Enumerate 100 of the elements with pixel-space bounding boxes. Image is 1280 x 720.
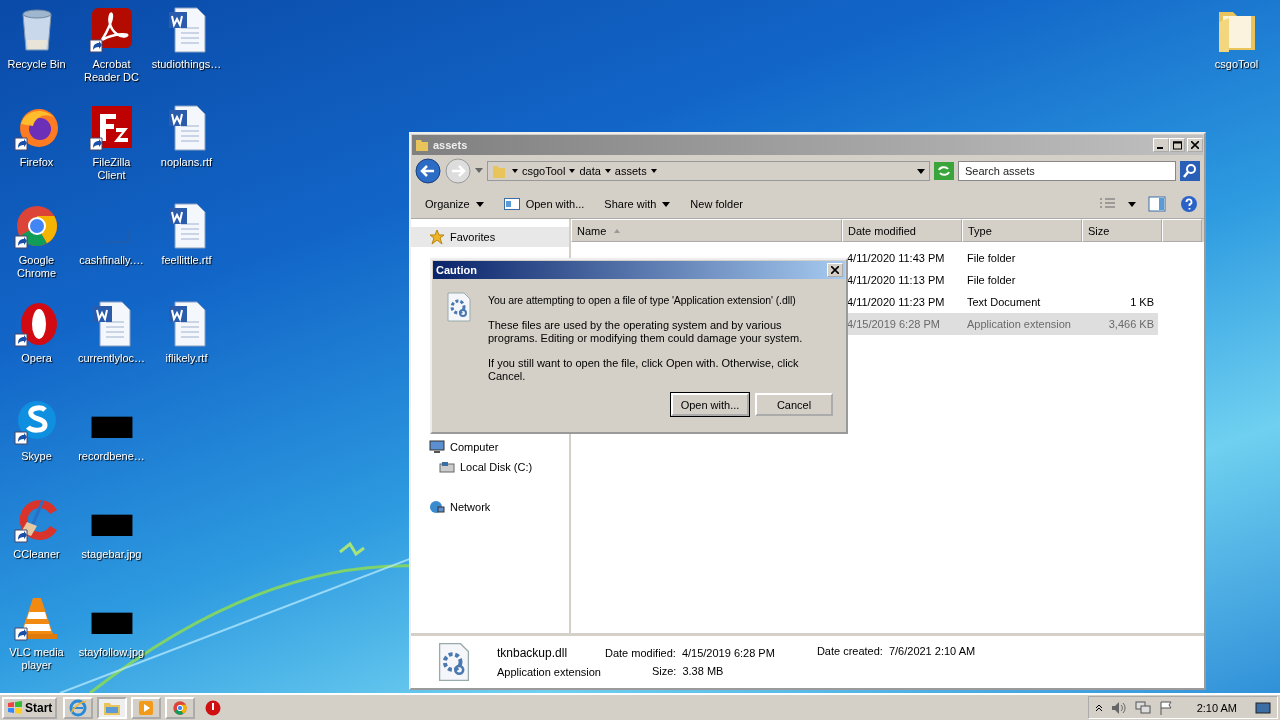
- computer-icon: [429, 440, 445, 454]
- column-header[interactable]: Type: [962, 219, 1082, 242]
- table-cell-text: 4/15/2019 6:28 PM: [846, 318, 941, 330]
- taskbar-button[interactable]: [63, 696, 94, 719]
- search-field[interactable]: Search assets: [958, 161, 1176, 181]
- chevron-up-icon[interactable]: [1094, 703, 1103, 712]
- settings-file-icon: [446, 292, 472, 322]
- cancel-button[interactable]: Cancel: [755, 393, 833, 416]
- toolbar-button[interactable]: Organize: [417, 196, 492, 212]
- icon-label[interactable]: Opera: [21, 352, 52, 365]
- close-button[interactable]: [1187, 138, 1203, 152]
- network-icon: [429, 500, 445, 514]
- file-name: tknbackup.dll: [497, 646, 569, 660]
- icon-label[interactable]: cashfinally.…: [79, 254, 144, 267]
- icon-label[interactable]: csgoTool: [1214, 58, 1259, 71]
- nav-item[interactable]: Local Disk (C:): [411, 457, 569, 477]
- column-header[interactable]: Date modified: [842, 219, 962, 242]
- folder-icon: [492, 163, 506, 179]
- table-cell-text: 4/11/2020 11:13 PM: [846, 274, 946, 286]
- icon-label[interactable]: Recycle Bin: [6, 58, 67, 71]
- taskbar-button[interactable]: [165, 696, 196, 719]
- speaker-icon[interactable]: [1110, 700, 1127, 715]
- star-icon: [429, 229, 445, 245]
- icon-label[interactable]: Firefox: [19, 156, 54, 169]
- chevron-icon[interactable]: [604, 168, 611, 174]
- icon-label[interactable]: CCleaner: [13, 548, 60, 561]
- back-icon[interactable]: [415, 158, 441, 184]
- clock[interactable]: 2:10 AM: [1196, 701, 1237, 714]
- browser-icon: [172, 699, 189, 716]
- icon-label[interactable]: Acrobat Reader DC: [81, 58, 142, 84]
- breadcrumb-item[interactable]: data: [579, 165, 601, 177]
- detail-value: 4/15/2019 6:28 PM: [681, 647, 775, 659]
- chevron-icon[interactable]: [650, 168, 657, 174]
- icon-label[interactable]: recordbene…: [78, 450, 145, 463]
- nav-item[interactable]: Computer: [411, 437, 569, 457]
- toolbar-button[interactable]: Open with...: [495, 196, 593, 212]
- detail-label: Date modified:: [604, 647, 676, 659]
- nav-item[interactable]: Network: [411, 497, 569, 517]
- detail-label: Date created:: [816, 645, 883, 657]
- close-button[interactable]: [827, 263, 843, 277]
- preview-pane-icon[interactable]: [1148, 196, 1166, 212]
- toolbar-button[interactable]: New folder: [682, 196, 751, 212]
- table-cell-text: Text Document: [966, 296, 1042, 308]
- column-header[interactable]: Name: [571, 219, 842, 242]
- window-icon: [503, 198, 520, 210]
- file-type: Application extension: [497, 666, 601, 678]
- table-cell-text: 3,466 KB: [1107, 318, 1155, 330]
- icon-label[interactable]: currentlyloc…: [77, 352, 146, 365]
- table-cell-text: File folder: [966, 274, 1017, 286]
- maximize-button[interactable]: [1169, 138, 1185, 152]
- table-cell-text: Application extension: [966, 318, 1072, 330]
- icon-label[interactable]: noplans.rtf: [160, 156, 213, 169]
- flag-icon[interactable]: [1158, 700, 1175, 715]
- search-icon[interactable]: [1180, 161, 1200, 181]
- refresh-icon[interactable]: [934, 162, 954, 180]
- breadcrumb-item[interactable]: csgoTool: [522, 165, 566, 177]
- disk-drive-icon: [439, 461, 455, 473]
- nav-item[interactable]: Favorites: [411, 227, 569, 247]
- dialog-text: These files are used by the operating system and by various programs. Editing or modifying them could damage your system.: [488, 319, 804, 345]
- chevron-icon[interactable]: [569, 168, 576, 174]
- detail-label: Size:: [651, 665, 677, 677]
- dialog-text: If you still want to open the file, click Open with. Otherwise, click Cancel.: [488, 357, 800, 383]
- sort-arrow-icon: [614, 228, 621, 233]
- detail-value: 3.38 MB: [682, 665, 724, 677]
- address-bar[interactable]: csgoTool data assets: [487, 161, 930, 181]
- maximize-icon: [1172, 140, 1182, 150]
- help-icon[interactable]: [1180, 195, 1198, 213]
- settings-file-icon: [437, 642, 471, 682]
- table-cell-text: 1 KB: [1129, 296, 1155, 308]
- breadcrumb-item[interactable]: assets: [614, 165, 647, 177]
- open-with-button[interactable]: Open with...: [671, 393, 749, 416]
- icon-label[interactable]: Google Chrome: [6, 254, 67, 280]
- chevron-icon[interactable]: [512, 168, 518, 174]
- icon-label[interactable]: studiothings…: [151, 58, 222, 71]
- browser-icon: [69, 698, 88, 717]
- windows-logo-icon: [7, 700, 23, 715]
- minimize-button[interactable]: [1153, 138, 1169, 152]
- icon-label[interactable]: iflikely.rtf: [165, 352, 208, 365]
- taskbar-button[interactable]: [97, 696, 128, 719]
- dropdown-icon[interactable]: [917, 168, 925, 174]
- dropdown-icon: [475, 201, 484, 207]
- icon-label[interactable]: FileZilla Client: [81, 156, 142, 182]
- icon-label[interactable]: Skype: [21, 450, 52, 463]
- column-header[interactable]: Size: [1082, 219, 1162, 242]
- icon-label[interactable]: feellittle.rtf: [161, 254, 212, 267]
- detail-value: 7/6/2021 2:10 AM: [888, 645, 976, 657]
- dropdown-icon[interactable]: [1128, 201, 1136, 207]
- toolbar-button[interactable]: Share with: [596, 196, 679, 212]
- stop-icon: [205, 699, 222, 716]
- dialog-message: You are attempting to open a file of type 'Application extension' (.dll): [488, 294, 797, 307]
- folder-icon: [415, 138, 429, 152]
- close-icon: [1191, 141, 1199, 149]
- close-icon: [831, 266, 839, 274]
- start-button[interactable]: Start: [2, 696, 58, 719]
- network-icon[interactable]: [1134, 700, 1151, 715]
- table-cell-text: 4/11/2020 11:43 PM: [846, 252, 946, 264]
- show-desktop-icon[interactable]: [1255, 700, 1271, 715]
- window-title: assets: [433, 139, 468, 151]
- table-cell-text: 4/11/2020 11:23 PM: [846, 296, 946, 308]
- table-cell-text: File folder: [966, 252, 1017, 264]
